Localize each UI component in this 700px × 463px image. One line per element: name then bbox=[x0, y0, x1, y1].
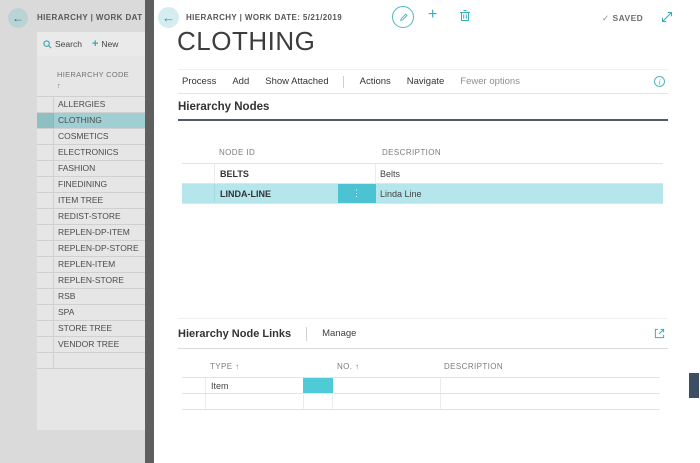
table-row-belts[interactable]: BELTS Belts bbox=[182, 164, 663, 184]
hierarchy-card-panel: ← HIERARCHY | WORK DATE: 5/21/2019 + ✓SA… bbox=[154, 0, 700, 463]
type-column-header[interactable]: TYPE ↑ bbox=[210, 362, 240, 371]
action-process[interactable]: Process bbox=[182, 76, 216, 87]
nodes-section-title: Hierarchy Nodes bbox=[178, 101, 269, 113]
scrollbar-thumb[interactable] bbox=[689, 373, 699, 398]
type-cell[interactable] bbox=[206, 394, 303, 409]
expand-button[interactable] bbox=[661, 11, 673, 23]
no-cell[interactable] bbox=[333, 394, 440, 409]
description-cell[interactable]: Belts bbox=[375, 164, 663, 183]
ellipsis-icon[interactable]: ⋮ bbox=[338, 184, 375, 203]
hierarchy-list-panel: ← HIERARCHY | WORK DATE: 5/21/2019 Searc… bbox=[0, 0, 145, 463]
row-selector[interactable] bbox=[182, 184, 215, 203]
back-icon[interactable]: ← bbox=[158, 7, 179, 28]
nodes-section-underline bbox=[178, 119, 668, 121]
row-options-cell[interactable] bbox=[338, 164, 375, 183]
page-title: CLOTHING bbox=[177, 26, 315, 57]
no-cell[interactable] bbox=[333, 378, 440, 393]
action-bar: Process Add Show Attached Actions Naviga… bbox=[178, 69, 668, 94]
modal-dim-overlay bbox=[0, 0, 145, 463]
pencil-icon bbox=[398, 12, 409, 23]
node-id-cell[interactable]: BELTS bbox=[215, 164, 338, 183]
links-section-title: Hierarchy Node Links bbox=[178, 328, 291, 340]
links-header-separator bbox=[306, 327, 307, 341]
card-context-title: HIERARCHY | WORK DATE: 5/21/2019 bbox=[186, 13, 342, 22]
focus-mode-button[interactable] bbox=[654, 328, 665, 339]
description-cell[interactable] bbox=[440, 378, 660, 393]
node-id-cell[interactable]: LINDA-LINE bbox=[215, 184, 338, 203]
new-record-button[interactable]: + bbox=[428, 6, 437, 24]
trash-icon bbox=[459, 9, 471, 22]
action-bar-separator bbox=[343, 76, 344, 88]
links-section-header: Hierarchy Node Links Manage bbox=[178, 318, 668, 349]
type-cell[interactable]: Item bbox=[206, 378, 303, 393]
link-row-item[interactable]: Item bbox=[182, 378, 660, 394]
description-column-header[interactable]: DESCRIPTION bbox=[444, 362, 503, 371]
links-table: Item bbox=[182, 377, 660, 410]
saved-status: ✓SAVED bbox=[602, 13, 643, 24]
table-row-linda-line[interactable]: LINDA-LINE ⋮ Linda Line bbox=[182, 184, 663, 204]
manage-button[interactable]: Manage bbox=[322, 328, 356, 339]
options-cell[interactable] bbox=[303, 394, 333, 409]
row-selector[interactable] bbox=[182, 378, 206, 393]
edit-pencil-button[interactable] bbox=[392, 6, 414, 28]
no-column-header[interactable]: NO. ↑ bbox=[337, 362, 359, 371]
action-add[interactable]: Add bbox=[232, 76, 249, 87]
node-id-column-header[interactable]: NODE ID bbox=[219, 148, 255, 157]
info-icon[interactable]: i bbox=[654, 76, 665, 87]
expand-arrows-icon bbox=[661, 11, 673, 23]
focus-mode-icon bbox=[654, 328, 665, 339]
panel-divider bbox=[145, 0, 154, 463]
row-selector[interactable] bbox=[182, 394, 206, 409]
screen: ← HIERARCHY | WORK DATE: 5/21/2019 Searc… bbox=[0, 0, 700, 463]
action-actions[interactable]: Actions bbox=[360, 76, 391, 87]
link-row-empty[interactable] bbox=[182, 394, 660, 410]
check-icon: ✓ bbox=[602, 13, 610, 23]
action-navigate[interactable]: Navigate bbox=[407, 76, 445, 87]
description-column-header[interactable]: DESCRIPTION bbox=[382, 148, 441, 157]
description-cell[interactable]: Linda Line bbox=[375, 184, 663, 203]
fewer-options-button[interactable]: Fewer options bbox=[460, 76, 520, 87]
nodes-table: BELTS Belts LINDA-LINE ⋮ Linda Line bbox=[182, 163, 663, 204]
active-cell[interactable] bbox=[303, 378, 333, 393]
row-selector[interactable] bbox=[182, 164, 215, 183]
description-cell[interactable] bbox=[440, 394, 660, 409]
action-show-attached[interactable]: Show Attached bbox=[265, 76, 328, 87]
delete-button[interactable] bbox=[459, 9, 471, 22]
